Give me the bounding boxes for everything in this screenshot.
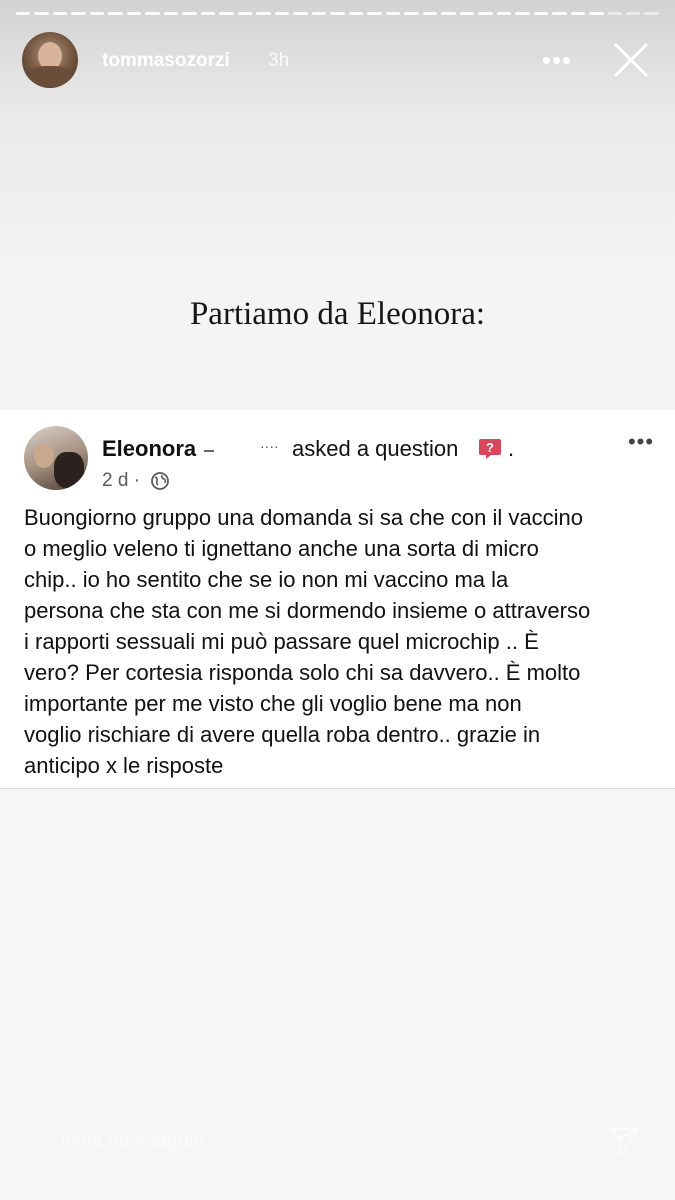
globe-icon	[151, 472, 169, 490]
progress-segment	[404, 12, 419, 15]
story-header: tommasozorzi 3h •••	[22, 32, 661, 90]
progress-segment	[441, 12, 456, 15]
share-icon[interactable]	[607, 1124, 641, 1158]
progress-segment	[34, 12, 49, 15]
progress-segment	[71, 12, 86, 15]
post-header-dot: .	[508, 436, 515, 461]
post-timestamp: 2 d ·	[102, 470, 141, 491]
progress-segment	[589, 12, 604, 15]
story-timestamp: 3h	[268, 50, 290, 71]
post-action-text: asked a question	[292, 436, 459, 461]
post-author-name[interactable]: Eleonora	[102, 436, 196, 462]
progress-segment	[515, 12, 530, 15]
progress-segment	[311, 12, 327, 15]
progress-segment	[533, 12, 549, 15]
avatar-body	[28, 66, 72, 88]
progress-segment	[16, 12, 31, 15]
progress-segment	[422, 12, 438, 15]
progress-segment	[293, 12, 308, 15]
more-icon: •••	[627, 429, 655, 454]
progress-segment	[478, 12, 493, 15]
more-icon: •••	[541, 45, 573, 75]
progress-segment	[256, 12, 271, 15]
post-body-text: Buongiorno gruppo una domanda si sa che …	[24, 505, 591, 778]
progress-segment	[330, 12, 345, 15]
progress-segment	[145, 12, 160, 15]
progress-segment	[219, 12, 234, 15]
story-progress-bar	[16, 12, 659, 15]
post-more-button[interactable]: •••	[625, 428, 657, 456]
svg-text:?: ?	[486, 440, 494, 455]
redacted-surname	[204, 438, 284, 462]
close-icon	[614, 43, 648, 77]
send-message-input[interactable]: Invia messaggio	[60, 1130, 205, 1153]
progress-segment	[52, 12, 68, 15]
story-caption: Partiamo da Eleonora:	[189, 296, 486, 332]
progress-segment	[367, 12, 382, 15]
progress-segment	[108, 12, 123, 15]
progress-segment	[607, 12, 622, 15]
progress-segment	[552, 12, 567, 15]
avatar-figure	[34, 444, 54, 468]
facebook-post-card: Eleonora asked a question ? . ••• 2 d · …	[0, 410, 675, 789]
post-author-avatar[interactable]	[24, 426, 88, 490]
progress-segment	[625, 12, 641, 15]
progress-segment	[163, 12, 179, 15]
progress-segment	[644, 12, 659, 15]
progress-segment	[126, 12, 142, 15]
progress-segment	[570, 12, 586, 15]
more-options-button[interactable]: •••	[539, 42, 575, 78]
close-button[interactable]	[611, 40, 651, 80]
progress-segment	[182, 12, 197, 15]
progress-segment	[89, 12, 105, 15]
progress-segment	[348, 12, 364, 15]
progress-segment	[200, 12, 216, 15]
story-username[interactable]: tommasozorzi	[102, 50, 230, 72]
progress-segment	[274, 12, 290, 15]
question-icon: ?	[479, 439, 501, 459]
progress-segment	[459, 12, 475, 15]
progress-segment	[496, 12, 512, 15]
progress-segment	[237, 12, 253, 15]
progress-segment	[385, 12, 401, 15]
avatar-figure	[54, 452, 84, 488]
story-avatar[interactable]	[22, 32, 78, 88]
